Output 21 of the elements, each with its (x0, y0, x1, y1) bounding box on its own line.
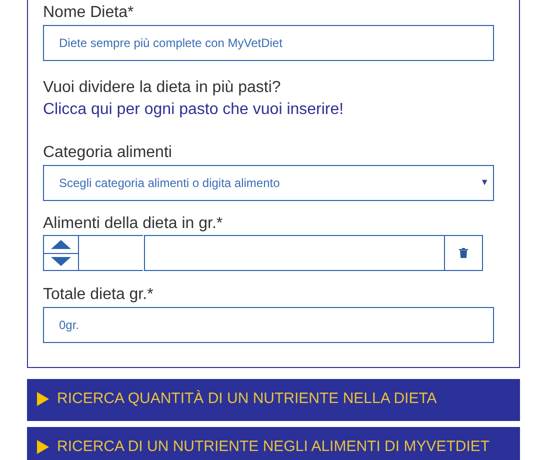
section-header[interactable]: RICERCA DI UN NUTRIENTE NEGLI ALIMENTI DI MYVETDIET (27, 427, 520, 460)
field-label: Categoria alimenti (43, 143, 173, 163)
field-label: Nome Dieta* (43, 3, 135, 23)
dropdown-value: Scegli categoria alimenti o digita alimento (59, 175, 280, 192)
food-field[interactable] (144, 235, 445, 271)
question-text: Vuoi dividere la dieta in più pasti? (43, 78, 281, 98)
quantity-field[interactable] (79, 235, 143, 271)
delete-button[interactable] (445, 235, 483, 271)
section-header[interactable]: RICERCA QUANTITÀ DI UN NUTRIENTE NELLA DIETA (27, 379, 520, 421)
input-field[interactable]: Diete sempre più complete con MyVetDiet (43, 25, 494, 61)
dropdown-arrow-icon: ▼ (480, 176, 489, 190)
field-label: Totale dieta gr.* (43, 285, 154, 305)
field-label: Alimenti della dieta in gr.* (43, 214, 224, 234)
input-field[interactable]: 0gr. (43, 307, 494, 343)
meal-link[interactable]: Clicca qui per ogni pasto che vuoi inserire! (43, 99, 344, 121)
category-dropdown[interactable]: Scegli categoria alimenti o digita alimento ▼ (43, 165, 494, 201)
down-arrow-icon (51, 257, 71, 266)
caret-right-icon (37, 440, 49, 454)
up-arrow-icon (51, 240, 71, 249)
caret-right-icon (37, 392, 49, 406)
trash-icon (459, 248, 468, 258)
